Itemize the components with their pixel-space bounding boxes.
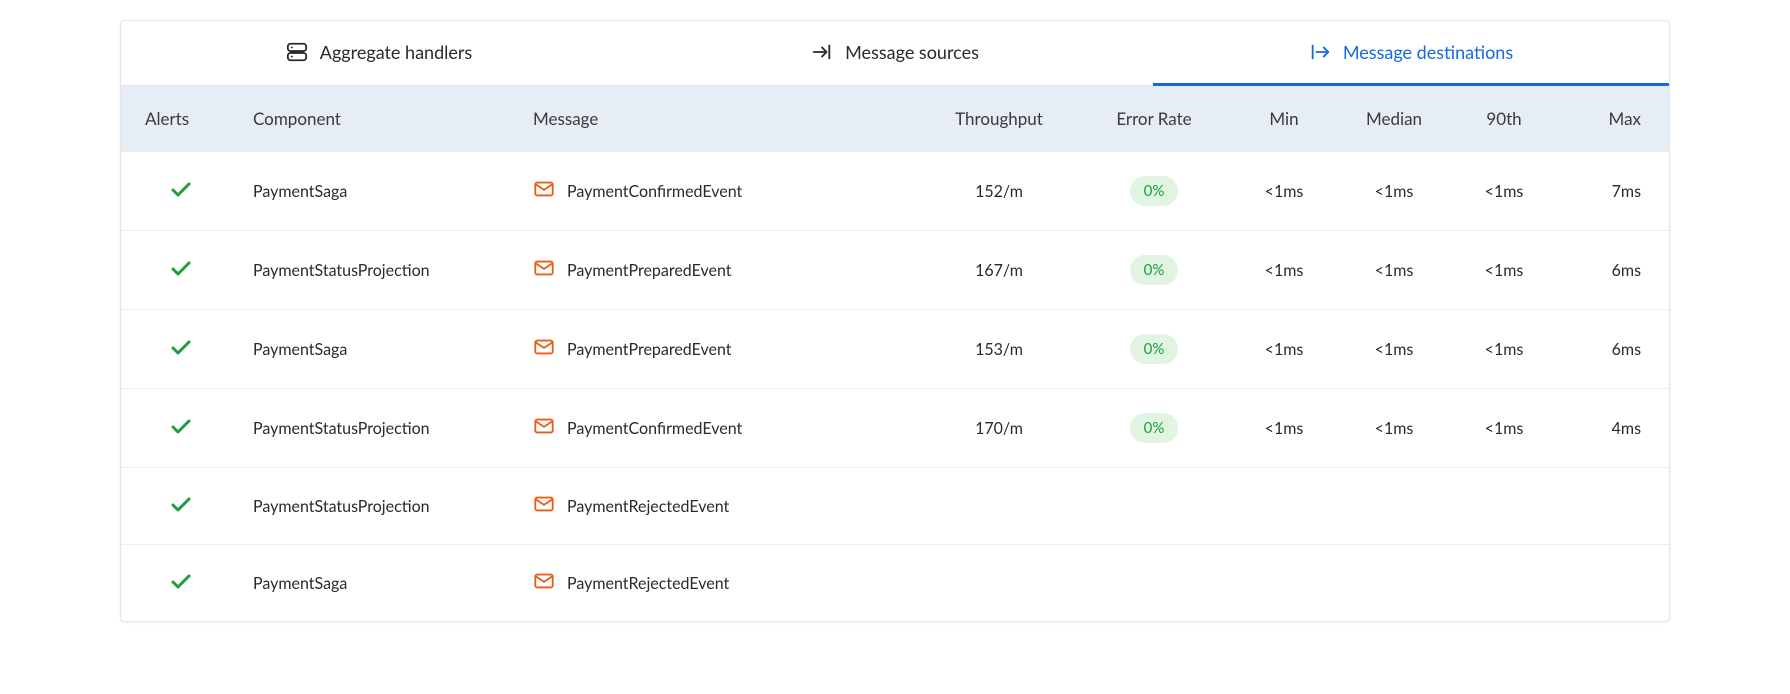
message-name: PaymentRejectedEvent bbox=[567, 574, 729, 593]
component-cell: PaymentStatusProjection bbox=[241, 468, 521, 545]
median-cell: <1ms bbox=[1339, 389, 1449, 468]
arrow-out-icon bbox=[1309, 41, 1331, 63]
max-cell: 7ms bbox=[1559, 152, 1669, 231]
error-rate-cell: 0% bbox=[1079, 152, 1229, 231]
throughput-cell: 152/m bbox=[919, 152, 1079, 231]
table-row[interactable]: PaymentSaga PaymentPreparedEvent 153/m 0% <1… bbox=[121, 310, 1669, 389]
col-header-alerts[interactable]: Alerts bbox=[121, 86, 241, 152]
message-name: PaymentPreparedEvent bbox=[567, 261, 732, 280]
message-name: PaymentConfirmedEvent bbox=[567, 182, 742, 201]
table-row[interactable]: PaymentSaga PaymentRejectedEvent bbox=[121, 545, 1669, 622]
check-icon bbox=[169, 423, 193, 442]
col-header-max[interactable]: Max bbox=[1559, 86, 1669, 152]
throughput-cell: 170/m bbox=[919, 389, 1079, 468]
error-rate-badge: 0% bbox=[1130, 413, 1179, 443]
error-rate-cell bbox=[1079, 545, 1229, 622]
error-rate-cell: 0% bbox=[1079, 310, 1229, 389]
error-rate-cell bbox=[1079, 468, 1229, 545]
message-name: PaymentPreparedEvent bbox=[567, 340, 732, 359]
component-cell: PaymentStatusProjection bbox=[241, 389, 521, 468]
min-cell: <1ms bbox=[1229, 152, 1339, 231]
p90-cell: <1ms bbox=[1449, 310, 1559, 389]
throughput-cell bbox=[919, 468, 1079, 545]
col-header-message[interactable]: Message bbox=[521, 86, 919, 152]
check-icon bbox=[169, 265, 193, 284]
table-header-row: Alerts Component Message Throughput Erro… bbox=[121, 86, 1669, 152]
max-cell bbox=[1559, 545, 1669, 622]
error-rate-cell: 0% bbox=[1079, 231, 1229, 310]
median-cell: <1ms bbox=[1339, 310, 1449, 389]
error-rate-cell: 0% bbox=[1079, 389, 1229, 468]
tab-bar: Aggregate handlers Message sources Messa… bbox=[121, 21, 1669, 86]
p90-cell: <1ms bbox=[1449, 389, 1559, 468]
table-row[interactable]: PaymentStatusProjection PaymentPreparedEv… bbox=[121, 231, 1669, 310]
mail-icon bbox=[533, 336, 555, 362]
error-rate-badge: 0% bbox=[1130, 176, 1179, 206]
tab-aggregate-handlers[interactable]: Aggregate handlers bbox=[121, 21, 637, 86]
message-name: PaymentConfirmedEvent bbox=[567, 419, 742, 438]
message-destinations-panel: Aggregate handlers Message sources Messa… bbox=[120, 20, 1670, 622]
p90-cell: <1ms bbox=[1449, 231, 1559, 310]
message-name: PaymentRejectedEvent bbox=[567, 497, 729, 516]
p90-cell bbox=[1449, 545, 1559, 622]
min-cell: <1ms bbox=[1229, 310, 1339, 389]
col-header-error-rate[interactable]: Error Rate bbox=[1079, 86, 1229, 152]
min-cell: <1ms bbox=[1229, 389, 1339, 468]
check-icon bbox=[169, 501, 193, 520]
median-cell bbox=[1339, 468, 1449, 545]
check-icon bbox=[169, 344, 193, 363]
col-header-component[interactable]: Component bbox=[241, 86, 521, 152]
tab-label: Message sources bbox=[845, 41, 979, 63]
mail-icon bbox=[533, 570, 555, 596]
mail-icon bbox=[533, 257, 555, 283]
max-cell bbox=[1559, 468, 1669, 545]
min-cell bbox=[1229, 468, 1339, 545]
tab-message-sources[interactable]: Message sources bbox=[637, 21, 1153, 86]
throughput-cell bbox=[919, 545, 1079, 622]
col-header-min[interactable]: Min bbox=[1229, 86, 1339, 152]
metrics-table: Alerts Component Message Throughput Erro… bbox=[121, 86, 1669, 621]
error-rate-badge: 0% bbox=[1130, 334, 1179, 364]
tab-label: Message destinations bbox=[1343, 41, 1513, 63]
max-cell: 6ms bbox=[1559, 231, 1669, 310]
min-cell bbox=[1229, 545, 1339, 622]
table-row[interactable]: PaymentSaga PaymentConfirmedEvent 152/m 0% <… bbox=[121, 152, 1669, 231]
median-cell: <1ms bbox=[1339, 231, 1449, 310]
tab-label: Aggregate handlers bbox=[320, 41, 472, 63]
mail-icon bbox=[533, 415, 555, 441]
median-cell: <1ms bbox=[1339, 152, 1449, 231]
median-cell bbox=[1339, 545, 1449, 622]
max-cell: 6ms bbox=[1559, 310, 1669, 389]
arrow-in-icon bbox=[811, 41, 833, 63]
server-icon bbox=[286, 41, 308, 63]
mail-icon bbox=[533, 178, 555, 204]
table-row[interactable]: PaymentStatusProjection PaymentRejectedEv… bbox=[121, 468, 1669, 545]
p90-cell: <1ms bbox=[1449, 152, 1559, 231]
max-cell: 4ms bbox=[1559, 389, 1669, 468]
error-rate-badge: 0% bbox=[1130, 255, 1179, 285]
throughput-cell: 167/m bbox=[919, 231, 1079, 310]
table-row[interactable]: PaymentStatusProjection PaymentConfirmedE… bbox=[121, 389, 1669, 468]
min-cell: <1ms bbox=[1229, 231, 1339, 310]
check-icon bbox=[169, 578, 193, 597]
throughput-cell: 153/m bbox=[919, 310, 1079, 389]
col-header-throughput[interactable]: Throughput bbox=[919, 86, 1079, 152]
mail-icon bbox=[533, 493, 555, 519]
component-cell: PaymentSaga bbox=[241, 152, 521, 231]
col-header-median[interactable]: Median bbox=[1339, 86, 1449, 152]
col-header-90th[interactable]: 90th bbox=[1449, 86, 1559, 152]
component-cell: PaymentSaga bbox=[241, 310, 521, 389]
p90-cell bbox=[1449, 468, 1559, 545]
tab-message-destinations[interactable]: Message destinations bbox=[1153, 21, 1669, 86]
component-cell: PaymentSaga bbox=[241, 545, 521, 622]
component-cell: PaymentStatusProjection bbox=[241, 231, 521, 310]
check-icon bbox=[169, 186, 193, 205]
